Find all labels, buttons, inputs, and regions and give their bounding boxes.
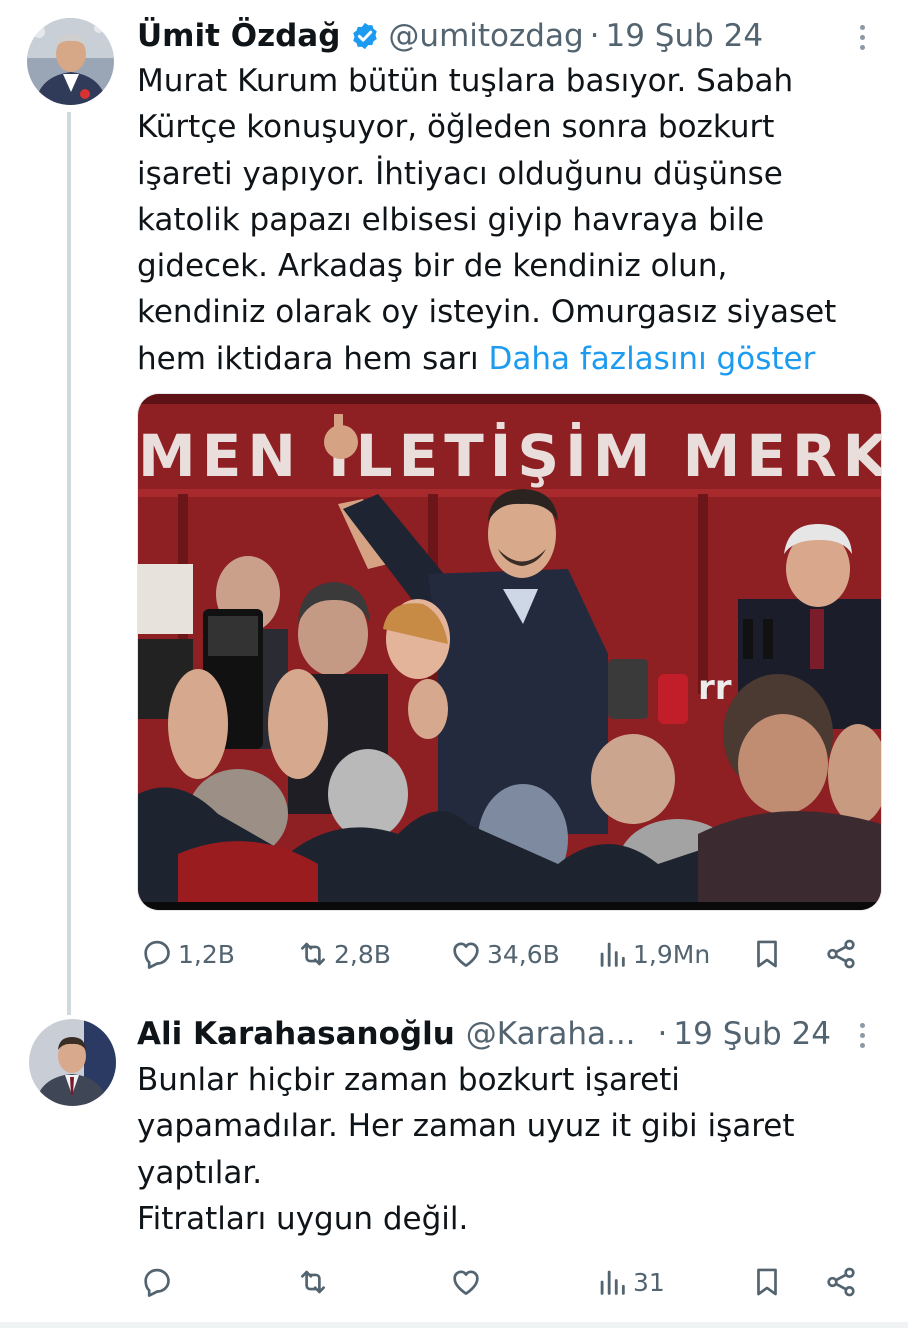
bookmark-icon: [757, 1268, 777, 1296]
tweet-1-header: Ümit Özdağ @umitozdag · 19 Şub 24: [137, 15, 763, 57]
tweet-body: Murat Kurum bütün tuşlara basıyor. Sabah…: [137, 63, 837, 377]
show-more-link[interactable]: Daha fazlasını göster: [489, 341, 816, 377]
tweet-photo[interactable]: MEN İLETİŞİM MERKE rr: [137, 393, 882, 911]
like-button[interactable]: 34,6B: [449, 937, 560, 971]
bottom-divider: [0, 1322, 908, 1328]
like-button[interactable]: [449, 1265, 483, 1299]
views-button[interactable]: 1,9Mn: [595, 937, 710, 971]
retweet-count: 2,8B: [334, 939, 391, 969]
author-handle[interactable]: @umitozdag: [388, 18, 583, 54]
reply-icon: [144, 1268, 170, 1297]
more-options-icon[interactable]: [857, 1023, 867, 1053]
retweet-icon: [301, 1270, 325, 1294]
tweet-1-text: Murat Kurum bütün tuşlara basıyor. Sabah…: [137, 58, 836, 382]
thread-line: [67, 112, 71, 1015]
reply-button[interactable]: [140, 1265, 174, 1299]
share-icon: [827, 1267, 855, 1297]
svg-text:rr: rr: [698, 668, 732, 708]
like-count: 34,6B: [487, 939, 560, 969]
views-button[interactable]: 31: [595, 1265, 665, 1299]
share-button[interactable]: [824, 1265, 858, 1299]
bookmark-icon: [757, 940, 777, 968]
reply-count: 1,2B: [178, 939, 235, 969]
heart-icon: [453, 1270, 479, 1295]
share-button[interactable]: [824, 937, 858, 971]
views-count: 31: [633, 1267, 665, 1297]
retweet-icon: [301, 942, 325, 966]
avatar-ali-karahasanoglu[interactable]: [29, 1019, 116, 1106]
reply-button[interactable]: 1,2B: [140, 937, 235, 971]
views-icon: [600, 1270, 625, 1295]
avatar-umit-ozdag[interactable]: [27, 18, 114, 105]
author-handle[interactable]: @Karaha...: [466, 1016, 636, 1052]
author-name[interactable]: Ali Karahasanoğlu: [137, 1016, 455, 1052]
retweet-button[interactable]: [296, 1265, 330, 1299]
retweet-button[interactable]: 2,8B: [296, 937, 391, 971]
verified-badge-icon: [353, 22, 378, 50]
banner-text: MEN İLETİŞİM MERKE: [138, 421, 881, 490]
views-icon: [600, 942, 625, 967]
heart-icon: [453, 942, 479, 967]
tweet-date[interactable]: 19 Şub 24: [673, 1016, 831, 1052]
tweet-2-text: Bunlar hiçbir zaman bozkurt işareti yapa…: [137, 1057, 795, 1242]
tweet-date[interactable]: 19 Şub 24: [605, 18, 763, 54]
views-count: 1,9Mn: [633, 939, 711, 969]
reply-icon: [144, 940, 170, 969]
separator-dot: ·: [657, 1016, 668, 1052]
tweet-2-header: Ali Karahasanoğlu @Karaha... · 19 Şub 24: [137, 1013, 831, 1055]
share-icon: [827, 939, 855, 969]
separator-dot: ·: [589, 18, 600, 54]
author-name[interactable]: Ümit Özdağ: [137, 18, 340, 54]
bookmark-button[interactable]: [750, 937, 784, 971]
more-options-icon[interactable]: [857, 25, 867, 55]
tweet-body: Bunlar hiçbir zaman bozkurt işareti yapa…: [137, 1062, 795, 1237]
bookmark-button[interactable]: [750, 1265, 784, 1299]
